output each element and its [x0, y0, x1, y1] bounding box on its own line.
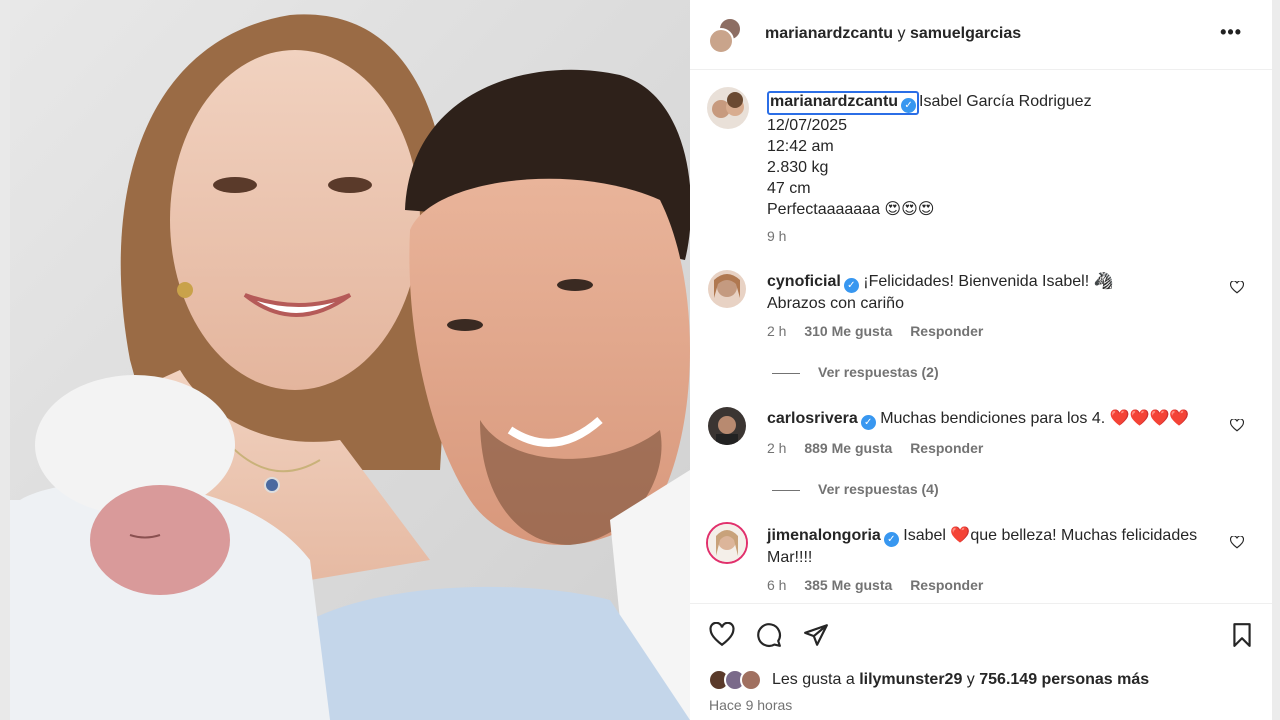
verified-badge-icon: ✓	[860, 415, 876, 430]
comment-reply-button[interactable]: Responder	[910, 577, 983, 593]
caption-username[interactable]: marianardzcantu	[770, 93, 898, 110]
comment-avatar-image	[708, 270, 746, 308]
caption-line-4: 2.830 kg	[767, 159, 829, 176]
comment-meta: 2 h 310 Me gusta Responder	[767, 323, 997, 339]
caption-username-link[interactable]: marianardzcantu ✓	[767, 91, 920, 115]
view-replies-button[interactable]: Ver respuestas (2)	[772, 364, 939, 380]
caption-line-3: 12:42 am	[767, 138, 834, 155]
comment-username[interactable]: carlosrivera	[767, 410, 858, 427]
caption-line-2: 12/07/2025	[767, 117, 848, 134]
post-panel: marianardzcantu y samuelgarcias ••• mari…	[690, 0, 1272, 720]
comment-like-heart-icon[interactable]	[1230, 536, 1244, 549]
author-username-1[interactable]: marianardzcantu	[765, 25, 893, 42]
authors-joiner: y	[897, 25, 906, 42]
comment-likes[interactable]: 889 Me gusta	[804, 440, 892, 456]
likes-middle: y	[966, 671, 975, 688]
comment-like-heart-icon[interactable]	[1230, 419, 1244, 432]
comment-reply-button[interactable]: Responder	[910, 323, 983, 339]
comment-text: Isabel ❤️que belleza! Muchas felicidades	[903, 527, 1198, 544]
caption-line-5: 47 cm	[767, 180, 811, 197]
author-avatar-1[interactable]	[708, 28, 734, 54]
comment-meta: 6 h 385 Me gusta Responder	[767, 577, 997, 593]
comment-username[interactable]: cynoficial	[767, 273, 841, 290]
liker-avatar[interactable]	[740, 669, 762, 691]
caption-line-6: Perfectaaaaaaa 😍😍😍	[767, 201, 935, 218]
likes-prefix: Les gusta a	[772, 671, 855, 688]
send-icon[interactable]	[803, 622, 829, 648]
caption-avatar[interactable]	[707, 87, 749, 129]
likes-summary: Les gusta a lilymunster29 y 756.149 pers…	[708, 668, 1268, 694]
post-header: marianardzcantu y samuelgarcias •••	[690, 0, 1272, 70]
likes-user-link[interactable]: lilymunster29	[859, 671, 962, 688]
comment-avatar[interactable]	[706, 522, 748, 564]
comment-text-line-2: Abrazos con cariño	[767, 295, 904, 312]
caption-line-1: Isabel García Rodriguez	[919, 93, 1092, 110]
post-actions: Les gusta a lilymunster29 y 756.149 pers…	[690, 603, 1272, 720]
comment-text-line-2: Mar!!!!	[767, 549, 813, 566]
comment-time[interactable]: 2 h	[767, 323, 786, 339]
post-photo-illustration	[10, 0, 690, 720]
replies-line	[772, 372, 800, 374]
likes-count-link[interactable]: 756.149 personas más	[979, 671, 1149, 688]
likes-text: Les gusta a lilymunster29 y 756.149 pers…	[772, 671, 1149, 689]
comment-avatar[interactable]	[708, 407, 746, 445]
caption-time[interactable]: 9 h	[767, 226, 1247, 247]
view-replies-label: Ver respuestas (2)	[818, 364, 939, 380]
verified-badge-icon: ✓	[843, 278, 859, 293]
bookmark-icon[interactable]	[1229, 622, 1255, 648]
comment-avatar-image	[708, 407, 746, 445]
comment-avatar-image	[708, 524, 746, 562]
caption-avatar-image	[707, 87, 749, 129]
heart-icon[interactable]	[709, 622, 735, 648]
comment-time[interactable]: 2 h	[767, 440, 786, 456]
view-replies-label: Ver respuestas (4)	[818, 481, 939, 497]
comment-avatar[interactable]	[708, 270, 746, 308]
comment-likes[interactable]: 385 Me gusta	[804, 577, 892, 593]
comment-username[interactable]: jimenalongoria	[767, 527, 881, 544]
background-edge-left	[0, 0, 10, 720]
comment-text: ¡Felicidades! Bienvenida Isabel! 🦓	[863, 273, 1114, 290]
view-replies-button[interactable]: Ver respuestas (4)	[772, 481, 939, 497]
post-authors: marianardzcantu y samuelgarcias	[765, 25, 1021, 43]
verified-badge-icon: ✓	[901, 98, 917, 113]
author-username-2[interactable]: samuelgarcias	[910, 25, 1021, 42]
comment-likes[interactable]: 310 Me gusta	[804, 323, 892, 339]
comment-meta: 2 h 889 Me gusta Responder	[767, 440, 997, 456]
post-caption: marianardzcantu ✓ Isabel García Rodriguez …	[767, 91, 1247, 247]
post-timestamp[interactable]: Hace 9 horas	[709, 697, 792, 713]
comment-reply-button[interactable]: Responder	[910, 440, 983, 456]
comment-icon[interactable]	[756, 622, 782, 648]
post-photo	[10, 0, 690, 720]
replies-line	[772, 489, 800, 491]
verified-badge-icon: ✓	[883, 532, 899, 547]
comment-time[interactable]: 6 h	[767, 577, 786, 593]
more-options-icon[interactable]: •••	[1220, 22, 1242, 43]
header-avatars[interactable]	[708, 17, 742, 54]
background-edge-right	[1272, 0, 1280, 720]
comment-like-heart-icon[interactable]	[1230, 281, 1244, 294]
comment-text: Muchas bendiciones para los 4. ❤️❤️❤️❤️	[880, 410, 1190, 427]
